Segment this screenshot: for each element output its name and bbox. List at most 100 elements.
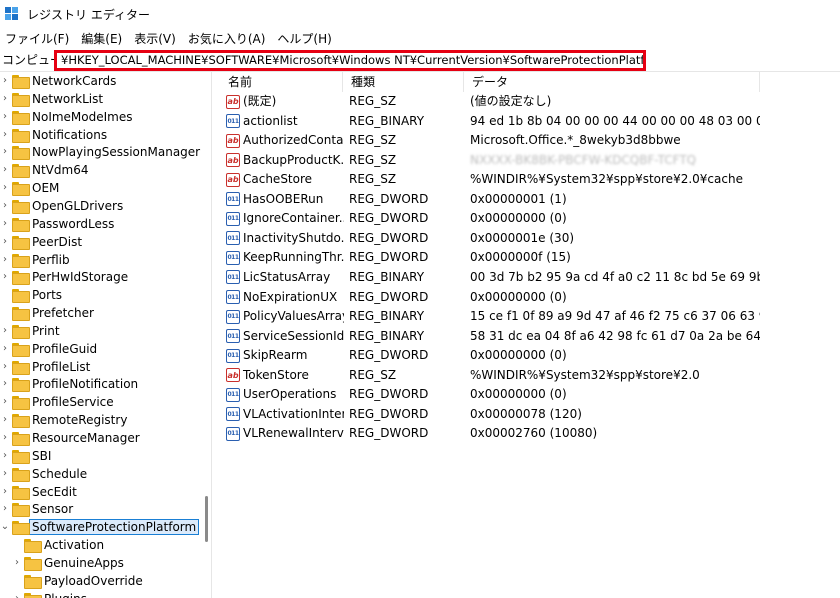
value-row[interactable]: 011VLActivationInter... REG_DWORD 0x000000… [220, 405, 840, 425]
value-row[interactable]: ab AuthorizedConta... REG_SZ Microsoft.Offi… [220, 131, 840, 151]
expand-chevron-icon[interactable]: › [12, 554, 22, 572]
column-header-type[interactable]: 種類 [343, 72, 464, 92]
tree-item-label: OpenGLDrivers [32, 198, 124, 213]
expand-chevron-icon[interactable]: › [0, 429, 10, 447]
tree-item[interactable]: › SecEdit [0, 483, 77, 501]
value-row[interactable]: ab TokenStore REG_SZ %WINDIR%¥System32¥spp¥… [220, 366, 840, 386]
expand-chevron-icon[interactable]: › [0, 161, 10, 179]
tree-item[interactable]: › NetworkList [0, 90, 103, 108]
expand-chevron-icon[interactable]: › [0, 251, 10, 269]
value-name: PolicyValuesArray [243, 309, 344, 324]
binary-value-icon: 011 [226, 407, 240, 422]
expand-chevron-icon[interactable]: › [0, 483, 10, 501]
expand-chevron-icon[interactable]: › [0, 411, 10, 429]
menu-view[interactable]: 表示(V) [129, 30, 183, 47]
value-name-cell: ab (既定) [226, 92, 344, 111]
expand-chevron-icon[interactable]: › [0, 375, 10, 393]
expand-chevron-icon[interactable]: › [0, 268, 10, 286]
tree-item[interactable]: › NetworkCards [0, 72, 116, 90]
tree-item-label: Schedule [32, 466, 88, 481]
expand-chevron-icon[interactable]: › [0, 500, 10, 518]
column-header-name[interactable]: 名前 [220, 72, 343, 92]
expand-chevron-icon[interactable]: › [0, 358, 10, 376]
tree-item[interactable]: › Sensor [0, 500, 73, 518]
expand-chevron-icon[interactable]: › [0, 393, 10, 411]
tree-item[interactable]: › ProfileNotification [0, 375, 138, 393]
tree-item[interactable]: Prefetcher [0, 304, 94, 322]
menu-help[interactable]: ヘルプ(H) [272, 30, 338, 47]
tree-item[interactable]: › PeerDist [0, 233, 82, 251]
tree-item[interactable]: PayloadOverride [12, 572, 143, 590]
value-row[interactable]: ab (既定) REG_SZ (値の設定なし) [220, 92, 840, 112]
tree-item[interactable]: › OEM [0, 179, 59, 197]
expand-chevron-icon[interactable]: › [0, 143, 10, 161]
column-header-data[interactable]: データ [464, 72, 760, 92]
tree-scrollbar-thumb[interactable] [205, 496, 208, 542]
expand-chevron-icon[interactable]: › [0, 233, 10, 251]
value-row[interactable]: 011 InactivityShutdo... REG_DWORD 0x0000001… [220, 229, 840, 249]
value-row[interactable]: ab BackupProductK... REG_SZ NXXXX-BK8BK-PBC… [220, 151, 840, 171]
expand-chevron-icon[interactable]: ⌄ [0, 518, 10, 536]
expand-chevron-icon[interactable]: › [0, 322, 10, 340]
address-path-input[interactable]: ¥HKEY_LOCAL_MACHINE¥SOFTWARE¥Microsoft¥W… [54, 50, 646, 71]
expand-chevron-icon[interactable]: › [0, 126, 10, 144]
tree-item[interactable]: › PerHwIdStorage [0, 268, 128, 286]
address-bar[interactable]: コンピューター ¥HKEY_LOCAL_MACHINE¥SOFTWARE¥Mic… [0, 48, 840, 72]
tree-item[interactable]: › ProfileService [0, 393, 114, 411]
value-name: VLActivationInter... [243, 406, 344, 421]
value-type: REG_BINARY [349, 269, 425, 284]
tree-item[interactable]: › PasswordLess [0, 215, 114, 233]
value-row[interactable]: 011 NoExpirationUX REG_DWORD 0x00000000 (0) [220, 288, 840, 308]
value-list[interactable]: 名前 種類 データ ab (既定) REG_SZ (値の設定なし) 011 actionl… [220, 72, 840, 598]
tree-item[interactable]: › GenuineApps [12, 554, 124, 572]
tree-item-selected[interactable]: ⌄ SoftwareProtectionPlatform [0, 518, 200, 536]
expand-chevron-icon[interactable]: › [0, 197, 10, 215]
tree-item[interactable]: Ports [0, 286, 62, 304]
tree-item[interactable]: › ResourceManager [0, 429, 140, 447]
value-row[interactable]: 011 ServiceSessionId REG_BINARY 58 31 dc ea… [220, 327, 840, 347]
expand-chevron-icon[interactable]: › [0, 72, 10, 90]
tree-item[interactable]: › NoImeModeImes [0, 108, 133, 126]
value-row[interactable]: 011 HasOOBERun REG_DWORD 0x00000001 (1) [220, 190, 840, 210]
menu-file[interactable]: ファイル(F) [0, 30, 76, 47]
tree-item-label: SBI [32, 448, 52, 463]
value-row[interactable]: 011 actionlist REG_BINARY 94 ed 1b 8b 04 00… [220, 112, 840, 132]
tree-item[interactable]: › Schedule [0, 465, 87, 483]
folder-icon [12, 307, 30, 322]
expand-chevron-icon[interactable]: › [0, 447, 10, 465]
value-row[interactable]: 011 LicStatusArray REG_BINARY 00 3d 7b b2 9… [220, 268, 840, 288]
tree-item[interactable]: › RemoteRegistry [0, 411, 127, 429]
value-row[interactable]: 011 PolicyValuesArray REG_BINARY 15 ce f1 0… [220, 307, 840, 327]
value-row[interactable]: 011 IgnoreContainer... REG_DWORD 0x00000000… [220, 209, 840, 229]
menu-favorites[interactable]: お気に入り(A) [183, 30, 273, 47]
tree-item[interactable]: › NowPlayingSessionManager [0, 143, 200, 161]
key-tree[interactable]: › NetworkCards › NetworkList › NoImeModeImes ›… [0, 72, 212, 598]
expand-chevron-icon[interactable]: › [0, 179, 10, 197]
tree-item[interactable]: › ProfileList [0, 358, 90, 376]
expand-chevron-icon[interactable]: › [0, 340, 10, 358]
folder-icon [12, 449, 30, 464]
menu-edit[interactable]: 編集(E) [76, 30, 129, 47]
value-row[interactable]: 011 VLRenewalInterval REG_DWORD 0x00002760 … [220, 424, 840, 444]
tree-item[interactable]: › Notifications [0, 126, 107, 144]
value-data: 00 3d 7b b2 95 9a cd 4f a0 c2 11 8c bd 5… [470, 269, 760, 284]
tree-item[interactable]: › ProfileGuid [0, 340, 97, 358]
tree-item[interactable]: › Perflib [0, 251, 70, 269]
string-value-icon: ab [226, 368, 240, 383]
expand-chevron-icon[interactable]: › [0, 465, 10, 483]
tree-item[interactable]: › Print [0, 322, 60, 340]
expand-chevron-icon[interactable]: › [12, 590, 22, 598]
value-row[interactable]: 011 KeepRunningThr... REG_DWORD 0x0000000f … [220, 248, 840, 268]
tree-item[interactable]: › Plugins [12, 590, 87, 598]
tree-item[interactable]: › NtVdm64 [0, 161, 88, 179]
value-row[interactable]: 011 UserOperations REG_DWORD 0x00000000 (0) [220, 385, 840, 405]
tree-item[interactable]: Activation [12, 536, 104, 554]
value-row[interactable]: 011 SkipRearm REG_DWORD 0x00000000 (0) [220, 346, 840, 366]
expand-chevron-icon[interactable]: › [0, 90, 10, 108]
binary-value-icon: 011 [226, 426, 240, 441]
tree-item[interactable]: › OpenGLDrivers [0, 197, 123, 215]
expand-chevron-icon[interactable]: › [0, 108, 10, 126]
expand-chevron-icon[interactable]: › [0, 215, 10, 233]
value-row[interactable]: ab CacheStore REG_SZ %WINDIR%¥System32¥spp¥… [220, 170, 840, 190]
tree-item[interactable]: › SBI [0, 447, 51, 465]
